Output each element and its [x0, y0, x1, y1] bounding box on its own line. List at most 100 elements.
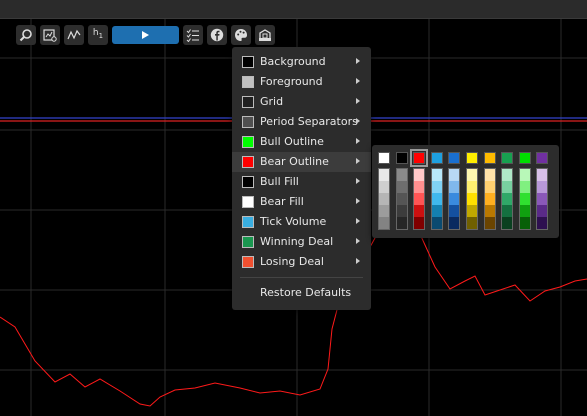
palette-shade-swatch[interactable] — [467, 169, 477, 181]
palette-shade-swatch[interactable] — [414, 181, 425, 193]
chart-toolbar: h1 — [16, 25, 275, 45]
palette-shades — [413, 168, 426, 230]
palette-shade-swatch[interactable] — [519, 193, 530, 205]
timeframe-number: 1 — [98, 31, 104, 40]
palette-shade-swatch[interactable] — [414, 169, 425, 181]
palette-shade-swatch[interactable] — [396, 193, 407, 205]
palette-shade-swatch[interactable] — [396, 205, 407, 217]
period-separators-color-swatch — [242, 116, 254, 128]
palette-shade-swatch[interactable] — [431, 169, 442, 181]
palette-color-swatch[interactable] — [518, 152, 531, 164]
palette-shade-swatch[interactable] — [414, 217, 425, 229]
checklist-button[interactable] — [183, 25, 203, 45]
timeframe-label: h1 — [93, 29, 103, 41]
timeframe-button[interactable]: h1 — [88, 25, 108, 45]
menu-item-bull-outline[interactable]: Bull Outline — [232, 132, 371, 152]
palette-color-swatch[interactable] — [448, 152, 461, 164]
palette-shade-swatch[interactable] — [537, 217, 548, 229]
palette-shade-swatch[interactable] — [431, 181, 442, 193]
restore-defaults-item[interactable]: Restore Defaults — [232, 283, 371, 303]
facebook-icon — [210, 28, 224, 42]
tick-volume-color-swatch — [242, 216, 254, 228]
palette-shade-swatch[interactable] — [502, 217, 513, 229]
palette-shade-swatch[interactable] — [449, 169, 460, 181]
palette-shade-swatch[interactable] — [414, 193, 425, 205]
menu-item-foreground[interactable]: Foreground — [232, 72, 371, 92]
palette-shade-swatch[interactable] — [379, 205, 389, 217]
palette-shade-swatch[interactable] — [519, 205, 530, 217]
bear-outline-color-swatch — [242, 156, 254, 168]
palette-shade-swatch[interactable] — [467, 205, 477, 217]
zoom-icon — [19, 29, 32, 42]
palette-color-swatch[interactable] — [378, 152, 390, 164]
palette-shade-swatch[interactable] — [537, 193, 548, 205]
palette-shade-swatch[interactable] — [484, 193, 495, 205]
palette-shade-swatch[interactable] — [502, 169, 513, 181]
menu-item-background[interactable]: Background — [232, 52, 371, 72]
palette-shades — [395, 168, 408, 230]
palette-color-swatch[interactable] — [395, 152, 408, 164]
palette-color-swatch[interactable] — [430, 152, 443, 164]
palette-shade-swatch[interactable] — [449, 217, 460, 229]
palette-shade-swatch[interactable] — [467, 193, 477, 205]
palette-shade-swatch[interactable] — [484, 169, 495, 181]
menu-item-label: Background — [260, 55, 326, 68]
palette-shade-swatch[interactable] — [431, 217, 442, 229]
color-palette-button[interactable] — [231, 25, 251, 45]
palette-shade-swatch[interactable] — [431, 205, 442, 217]
palette-shade-swatch[interactable] — [484, 205, 495, 217]
menu-item-bear-fill[interactable]: Bear Fill — [232, 192, 371, 212]
palette-shade-swatch[interactable] — [396, 217, 407, 229]
chart-settings-button[interactable] — [40, 25, 60, 45]
palette-shade-swatch[interactable] — [484, 217, 495, 229]
menu-item-label: Bull Outline — [260, 135, 324, 148]
palette-shade-swatch[interactable] — [396, 181, 407, 193]
top-bar — [0, 0, 587, 19]
facebook-button[interactable] — [207, 25, 227, 45]
chevron-right-icon — [356, 198, 360, 204]
palette-shade-swatch[interactable] — [484, 181, 495, 193]
menu-item-period-separators[interactable]: Period Separators — [232, 112, 371, 132]
palette-shade-swatch[interactable] — [414, 205, 425, 217]
chevron-right-icon — [356, 118, 360, 124]
palette-shade-swatch[interactable] — [502, 205, 513, 217]
palette-shade-swatch[interactable] — [379, 193, 389, 205]
template-button[interactable] — [255, 25, 275, 45]
palette-shade-swatch[interactable] — [467, 181, 477, 193]
menu-item-losing-deal[interactable]: Losing Deal — [232, 252, 371, 272]
palette-shade-swatch[interactable] — [537, 169, 548, 181]
template-icon — [259, 29, 271, 41]
palette-color-swatch[interactable] — [466, 152, 478, 164]
palette-shade-swatch[interactable] — [537, 181, 548, 193]
palette-shade-swatch[interactable] — [379, 169, 389, 181]
menu-item-bear-outline[interactable]: Bear Outline — [232, 152, 371, 172]
palette-shade-swatch[interactable] — [379, 217, 389, 229]
menu-item-grid[interactable]: Grid — [232, 92, 371, 112]
palette-shade-swatch[interactable] — [431, 193, 442, 205]
palette-shade-swatch[interactable] — [449, 205, 460, 217]
palette-shade-swatch[interactable] — [396, 169, 407, 181]
palette-shade-swatch[interactable] — [467, 217, 477, 229]
palette-shades — [501, 168, 514, 230]
indicator-button[interactable] — [64, 25, 84, 45]
palette-color-swatch[interactable] — [536, 152, 549, 164]
palette-shade-swatch[interactable] — [449, 193, 460, 205]
palette-shade-swatch[interactable] — [519, 169, 530, 181]
play-button[interactable] — [112, 26, 179, 44]
palette-color-swatch[interactable] — [483, 152, 496, 164]
menu-item-tick-volume[interactable]: Tick Volume — [232, 212, 371, 232]
zoom-button[interactable] — [16, 25, 36, 45]
palette-color-swatch[interactable] — [501, 152, 514, 164]
bull-outline-color-swatch — [242, 136, 254, 148]
palette-shade-swatch[interactable] — [502, 181, 513, 193]
play-icon — [142, 31, 149, 39]
palette-shade-swatch[interactable] — [449, 181, 460, 193]
palette-shade-swatch[interactable] — [537, 205, 548, 217]
palette-shade-swatch[interactable] — [519, 181, 530, 193]
palette-color-swatch[interactable] — [410, 149, 429, 167]
menu-item-winning-deal[interactable]: Winning Deal — [232, 232, 371, 252]
palette-shade-swatch[interactable] — [379, 181, 389, 193]
menu-item-bull-fill[interactable]: Bull Fill — [232, 172, 371, 192]
palette-shade-swatch[interactable] — [519, 217, 530, 229]
palette-shade-swatch[interactable] — [502, 193, 513, 205]
